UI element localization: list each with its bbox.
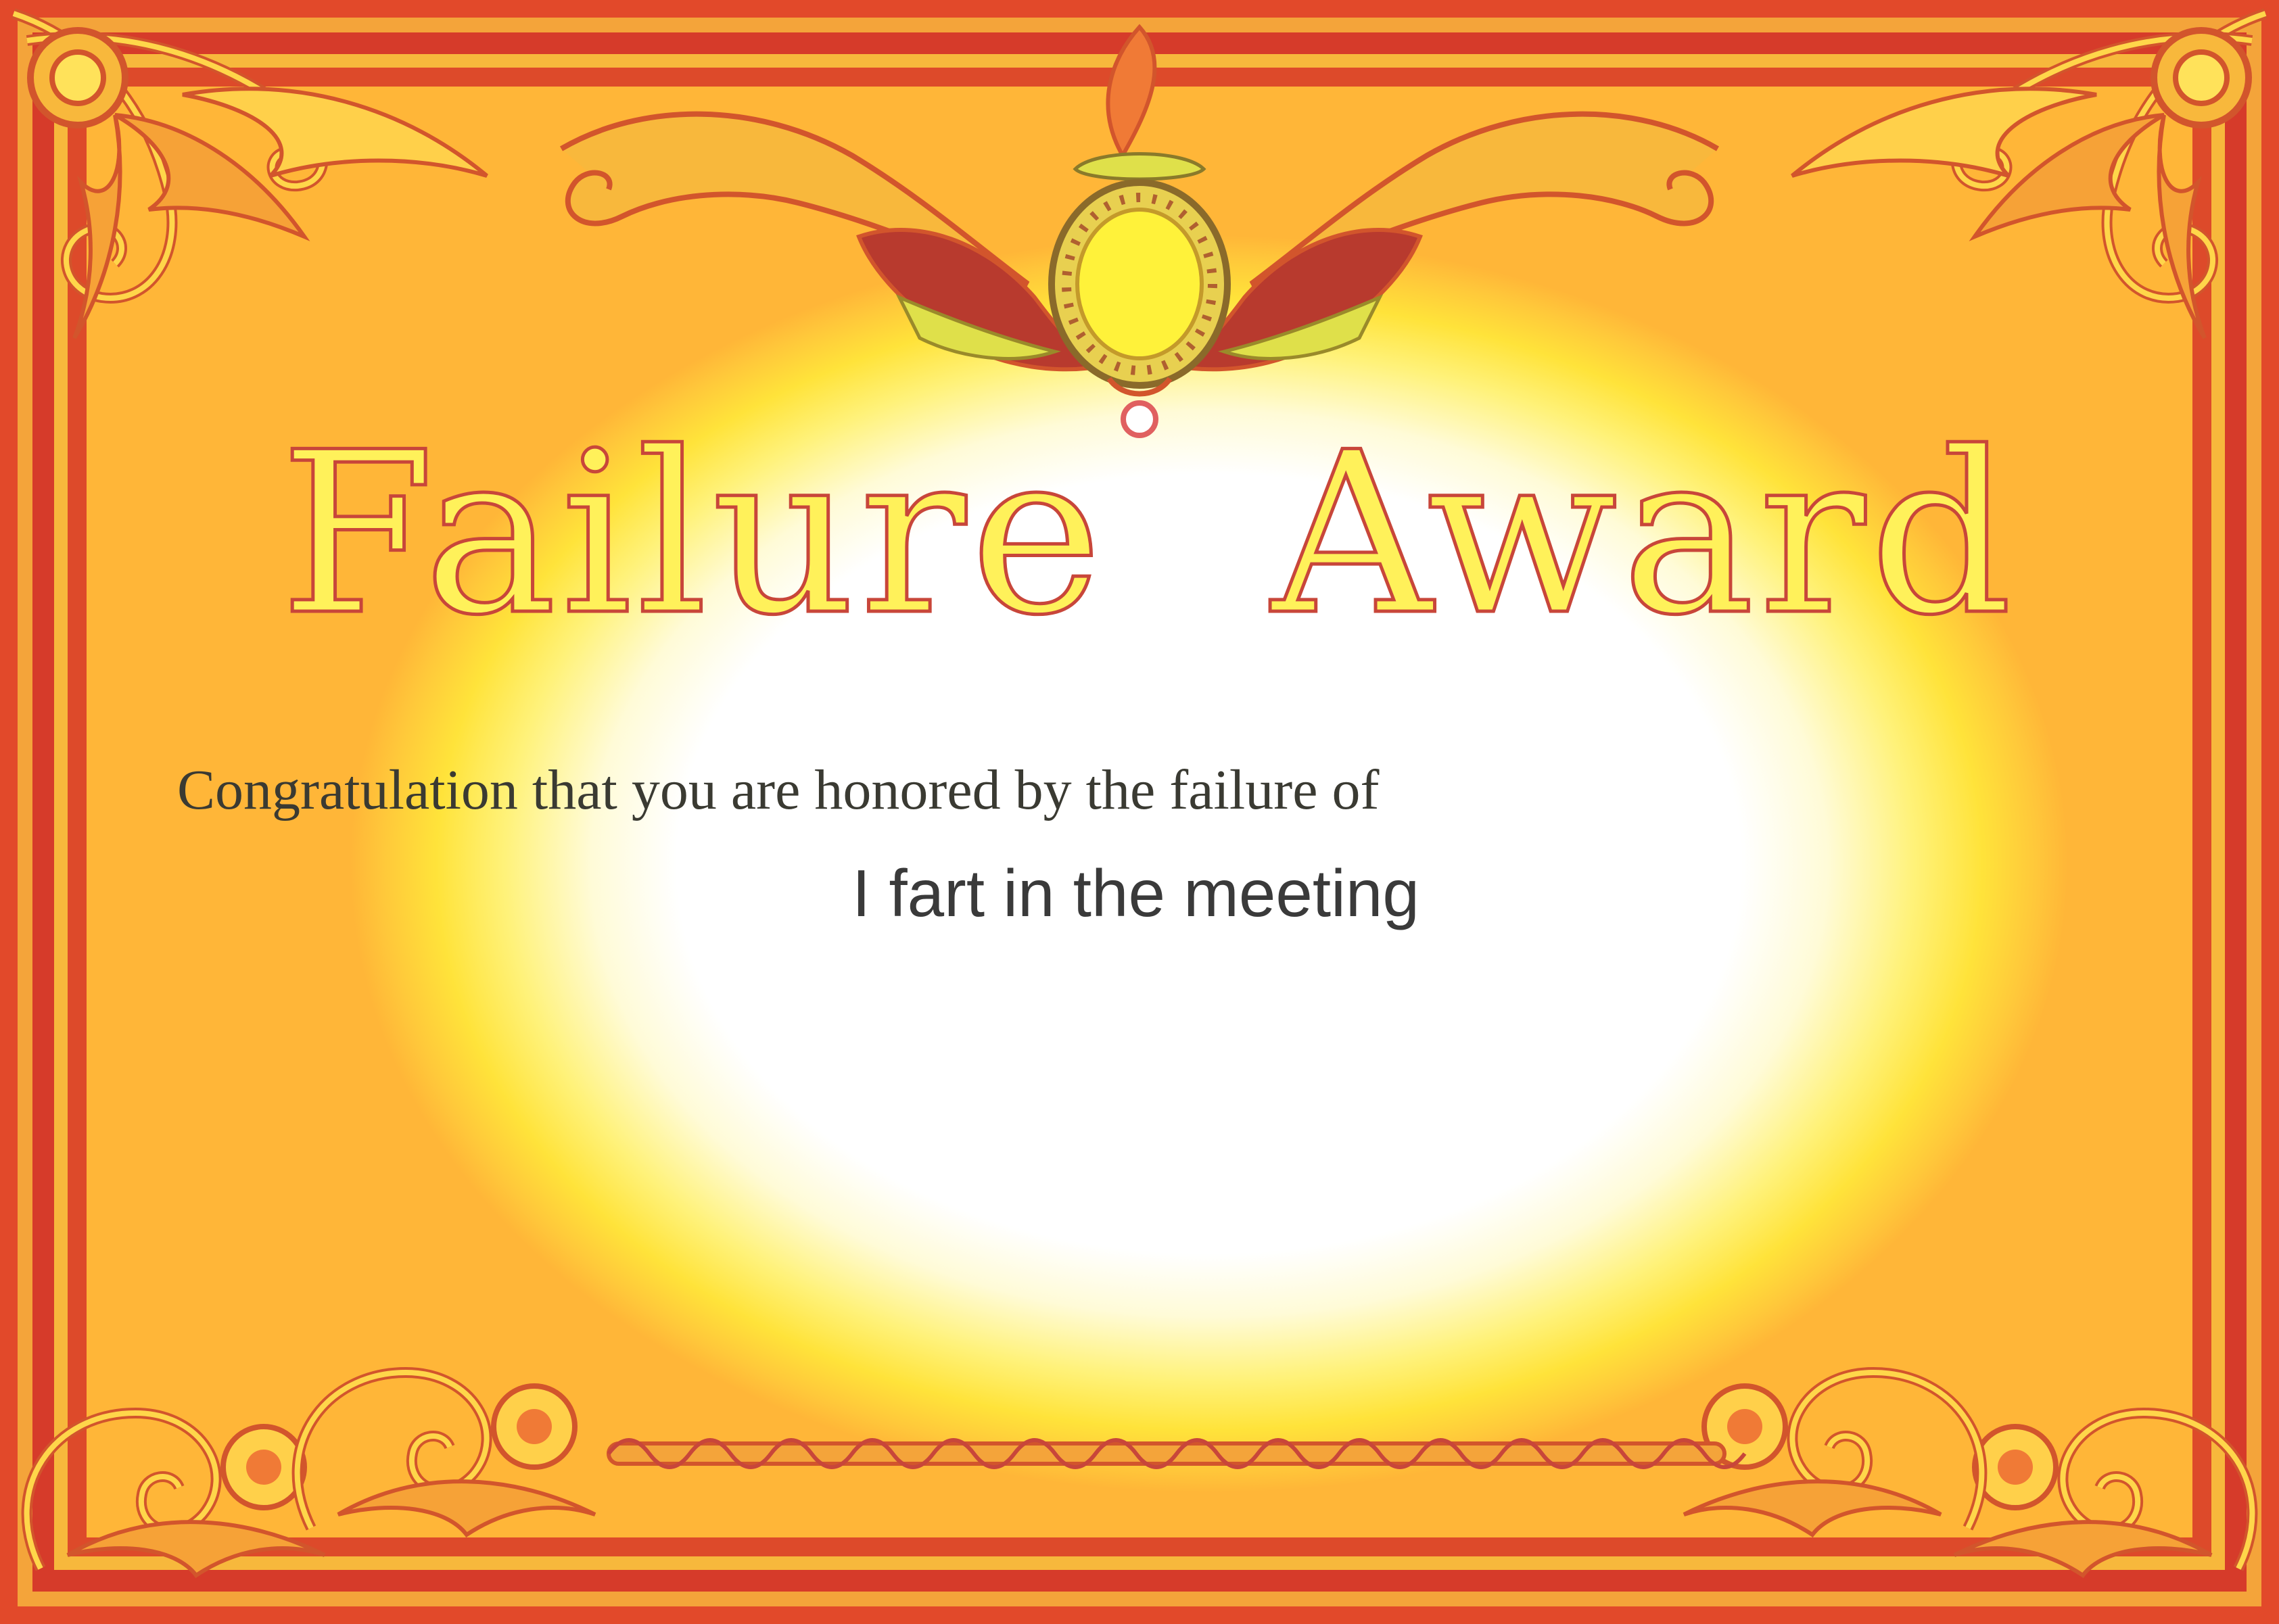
corner-scroll-icon [1954,1413,2252,1575]
corner-scroll-icon [1792,14,2265,338]
title-failure: Failure [279,404,1106,664]
corner-scroll-icon [27,1413,325,1575]
corner-scroll-icon [298,1372,595,1535]
corner-scroll-icon [1684,1372,1981,1535]
bottom-flourish-icon [607,1438,1747,1469]
title-award: Award [1270,404,2017,664]
award-certificate: Failure Award Congratulation that you ar… [0,0,2279,1624]
failure-reason: I fart in the meeting [852,856,1419,930]
corner-scroll-icon [14,14,487,338]
top-crest-icon [559,24,1720,438]
congratulation-text: Congratulation that you are honored by t… [177,759,1380,821]
